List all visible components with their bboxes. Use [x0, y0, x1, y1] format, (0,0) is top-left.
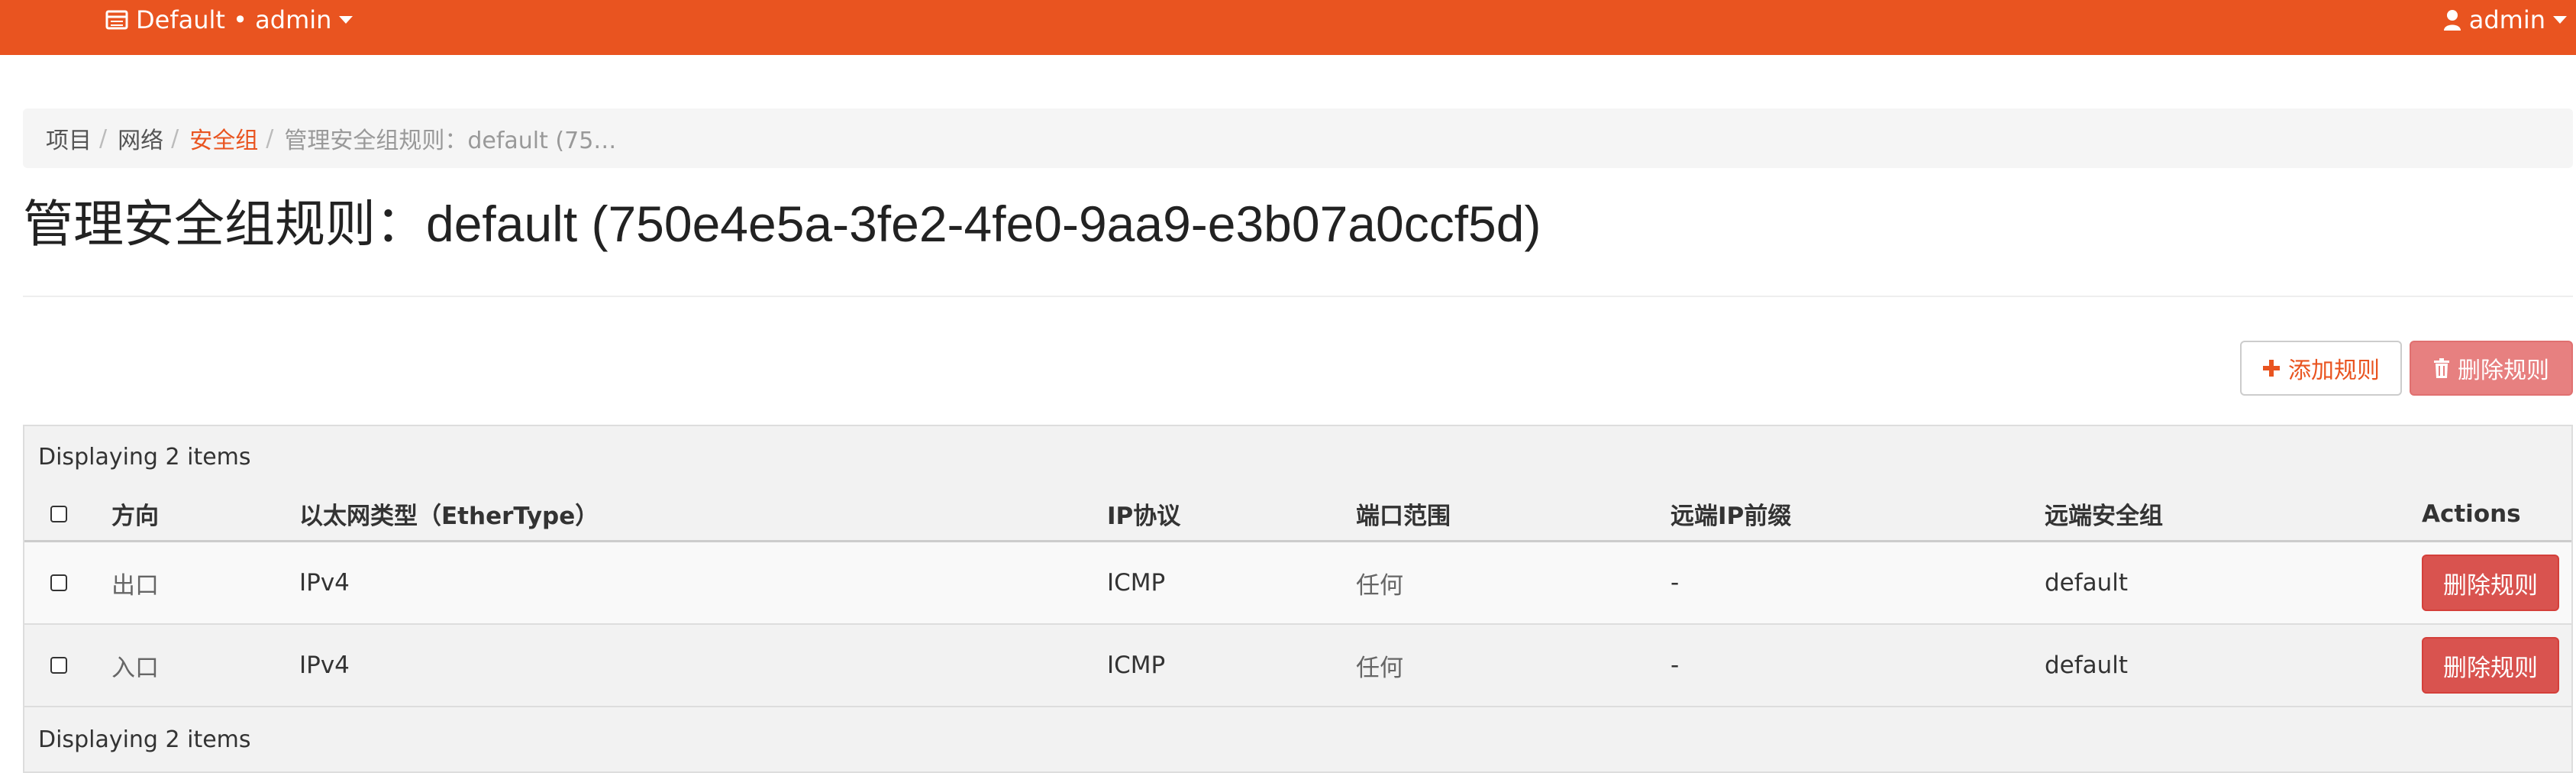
trash-icon	[2434, 358, 2449, 378]
table-footer: Displaying 2 items	[24, 707, 2571, 771]
delete-rule-button[interactable]: 删除规则	[2422, 555, 2559, 611]
row-checkbox[interactable]	[50, 574, 67, 591]
column-direction[interactable]: 方向	[111, 487, 159, 540]
rules-table: Displaying 2 items 方向 以太网类型（EtherType） I…	[23, 425, 2573, 773]
add-rule-button[interactable]: 添加规则	[2240, 341, 2402, 396]
cell-remote-security-group: default	[2045, 569, 2129, 597]
breadcrumb-separator: /	[266, 125, 274, 152]
table-caption: Displaying 2 items	[24, 426, 2571, 487]
table-row: 入口 IPv4 ICMP 任何 - default 删除规则	[24, 625, 2571, 707]
project-label: Default • admin	[136, 5, 332, 34]
cell-ethertype: IPv4	[299, 569, 350, 597]
delete-rule-button[interactable]: 删除规则	[2422, 637, 2559, 694]
breadcrumb-project[interactable]: 项目	[46, 121, 92, 155]
column-ip-protocol[interactable]: IP协议	[1107, 487, 1180, 540]
cell-port-range: 任何	[1356, 571, 1403, 600]
cell-port-range: 任何	[1356, 654, 1403, 682]
cell-remote-ip-prefix: -	[1671, 569, 1680, 597]
cell-ip-protocol: ICMP	[1107, 569, 1166, 597]
add-rule-label: 添加规则	[2288, 357, 2380, 384]
cell-ethertype: IPv4	[299, 652, 350, 679]
chevron-down-icon	[2553, 16, 2567, 24]
table-header: 方向 以太网类型（EtherType） IP协议 端口范围 远端IP前缀 远端安…	[24, 487, 2571, 542]
column-actions: Actions	[2422, 500, 2521, 528]
breadcrumb-separator: /	[171, 125, 179, 152]
page-title: 管理安全组规则：default (750e4e5a-3fe2-4fe0-9aa9…	[23, 196, 1541, 252]
cell-ip-protocol: ICMP	[1107, 652, 1166, 679]
user-menu[interactable]: admin	[2443, 0, 2567, 40]
breadcrumb-network[interactable]: 网络	[118, 121, 163, 155]
column-remote-security-group[interactable]: 远端安全组	[2045, 487, 2163, 540]
plus-icon	[2263, 360, 2280, 377]
user-icon	[2443, 10, 2461, 31]
row-checkbox[interactable]	[50, 657, 67, 674]
breadcrumb-security-groups[interactable]: 安全组	[189, 121, 258, 155]
cell-remote-security-group: default	[2045, 652, 2129, 679]
table-row: 出口 IPv4 ICMP 任何 - default 删除规则	[24, 542, 2571, 625]
select-all-checkbox[interactable]	[50, 505, 67, 522]
divider	[23, 296, 2573, 297]
cell-direction: 出口	[111, 571, 159, 600]
breadcrumb: 项目 / 网络 / 安全组 / 管理安全组规则：default (75…	[23, 108, 2573, 168]
column-ethertype[interactable]: 以太网类型（EtherType）	[299, 487, 599, 540]
chevron-down-icon	[339, 16, 353, 24]
user-label: admin	[2468, 5, 2545, 34]
top-navbar: Default • admin admin	[0, 0, 2576, 55]
column-remote-ip-prefix[interactable]: 远端IP前缀	[1671, 487, 1791, 540]
project-selector[interactable]: Default • admin	[105, 0, 353, 40]
delete-rules-button[interactable]: 删除规则	[2410, 341, 2573, 396]
cell-direction: 入口	[111, 654, 159, 682]
project-icon	[105, 10, 128, 30]
delete-rules-label: 删除规则	[2458, 357, 2549, 384]
breadcrumb-separator: /	[99, 125, 108, 152]
breadcrumb-current: 管理安全组规则：default (75…	[284, 128, 617, 154]
cell-remote-ip-prefix: -	[1671, 652, 1680, 679]
column-port-range[interactable]: 端口范围	[1356, 487, 1451, 540]
